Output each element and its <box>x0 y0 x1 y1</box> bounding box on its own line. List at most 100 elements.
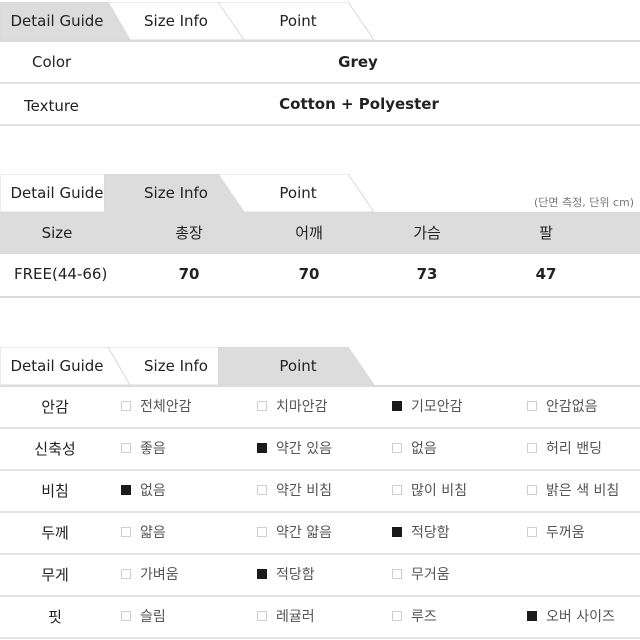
point-option: 슬림 <box>121 597 166 637</box>
unchecked-box-icon <box>527 527 537 537</box>
point-option-label: 밝은 색 비침 <box>546 483 620 499</box>
point-option-label: 없음 <box>140 483 166 499</box>
point-option: 약간 있음 <box>257 429 332 469</box>
point-row: 핏 슬림 레귤러 루즈 오버 사이즈 <box>0 597 640 639</box>
point-option-label: 무거움 <box>411 567 450 583</box>
unchecked-box-icon <box>392 569 402 579</box>
point-option: 많이 비침 <box>392 471 467 511</box>
size-table-header: Size 총장 어깨 가슴 팔 <box>0 212 640 254</box>
point-option: 약간 비침 <box>257 471 332 511</box>
tab-label: Size Info <box>144 184 208 202</box>
point-option-label: 기모안감 <box>411 399 463 415</box>
point-row-label: 비침 <box>41 482 69 500</box>
shoulder-value: 70 <box>298 265 320 283</box>
point-option: 좋음 <box>121 429 166 469</box>
point-option-label: 가벼움 <box>140 567 179 583</box>
point-option: 무거움 <box>392 555 450 595</box>
size-info-section: Point Detail Guide Size Info (단면 측정, 단위 cm… <box>0 172 640 298</box>
point-option-label: 적당함 <box>411 525 450 541</box>
checked-box-icon <box>392 527 402 537</box>
row-value-texture: Cotton + Polyester <box>279 95 439 113</box>
point-row: 두께 얇음 약간 얇음 적당함 두꺼움 <box>0 513 640 555</box>
tab-bar: Size Info Detail Guide Point <box>0 345 640 385</box>
point-option-label: 허리 밴딩 <box>546 441 602 457</box>
checked-box-icon <box>257 569 267 579</box>
unchecked-box-icon <box>257 401 267 411</box>
header-size: Size <box>41 224 73 242</box>
tab-point[interactable]: Point <box>218 347 374 385</box>
point-option: 적당함 <box>392 513 450 553</box>
point-option-label: 얇음 <box>140 525 166 541</box>
unchecked-box-icon <box>121 569 131 579</box>
point-option: 가벼움 <box>121 555 179 595</box>
point-option: 기모안감 <box>392 387 463 427</box>
unchecked-box-icon <box>121 527 131 537</box>
tab-label: Size Info <box>144 12 208 30</box>
point-option-label: 좋음 <box>140 441 166 457</box>
point-option-label: 안감없음 <box>546 399 598 415</box>
row-value-color: Grey <box>338 53 378 71</box>
point-option-label: 많이 비침 <box>411 483 467 499</box>
header-sleeve: 팔 <box>539 224 553 242</box>
unchecked-box-icon <box>257 611 267 621</box>
tab-size-info[interactable]: Size Info <box>104 174 244 212</box>
table-row: Color Grey <box>0 42 640 84</box>
divider <box>0 296 640 298</box>
point-option-label: 약간 얇음 <box>276 525 332 541</box>
point-option: 치마안감 <box>257 387 328 427</box>
point-option-label: 없음 <box>411 441 437 457</box>
tab-label: Point <box>279 184 317 202</box>
point-row-label: 무게 <box>41 566 69 584</box>
header-chest: 가슴 <box>413 224 441 242</box>
unchecked-box-icon <box>257 527 267 537</box>
unchecked-box-icon <box>121 401 131 411</box>
unchecked-box-icon <box>527 485 537 495</box>
point-option-label: 레귤러 <box>276 609 315 625</box>
tab-bar: Point Size Info Detail Guide <box>0 0 640 40</box>
point-option: 두꺼움 <box>527 513 585 553</box>
point-option-label: 오버 사이즈 <box>546 609 615 625</box>
point-option-label: 전체안감 <box>140 399 192 415</box>
tab-detail-guide[interactable]: Detail Guide <box>0 347 130 385</box>
tab-label: Detail Guide <box>10 184 104 202</box>
point-option: 오버 사이즈 <box>527 597 615 637</box>
length-value: 70 <box>178 265 200 283</box>
checked-box-icon <box>527 611 537 621</box>
point-option-label: 적당함 <box>276 567 315 583</box>
point-row: 신축성 좋음 약간 있음 없음 허리 밴딩 <box>0 429 640 471</box>
point-option: 레귤러 <box>257 597 315 637</box>
size-value: FREE(44-66) <box>14 265 108 283</box>
unchecked-box-icon <box>392 443 402 453</box>
point-row-label: 신축성 <box>34 440 76 458</box>
tab-label: Point <box>279 357 317 375</box>
table-row: Texture Cotton + Polyester <box>0 84 640 126</box>
point-option-label: 약간 비침 <box>276 483 332 499</box>
unchecked-box-icon <box>392 611 402 621</box>
point-option: 없음 <box>392 429 437 469</box>
header-shoulder: 어깨 <box>295 224 323 242</box>
tab-label: Point <box>279 12 317 30</box>
point-option-label: 슬림 <box>140 609 166 625</box>
unchecked-box-icon <box>257 485 267 495</box>
point-option: 없음 <box>121 471 166 511</box>
point-row: 안감 전체안감 치마안감 기모안감 안감없음 <box>0 387 640 429</box>
tab-label: Detail Guide <box>10 357 104 375</box>
point-option-label: 약간 있음 <box>276 441 332 457</box>
point-option: 밝은 색 비침 <box>527 471 619 511</box>
point-option: 적당함 <box>257 555 315 595</box>
chest-value: 73 <box>416 265 438 283</box>
sleeve-value: 47 <box>535 265 557 283</box>
point-option-label: 치마안감 <box>276 399 328 415</box>
point-option-label: 루즈 <box>411 609 437 625</box>
tab-label: Detail Guide <box>10 12 104 30</box>
point-option-label: 두꺼움 <box>546 525 585 541</box>
point-option: 허리 밴딩 <box>527 429 602 469</box>
point-option: 루즈 <box>392 597 437 637</box>
tab-detail-guide[interactable]: Detail Guide <box>0 2 130 40</box>
point-row: 비침 없음 약간 비침 많이 비침 밝은 색 비침 <box>0 471 640 513</box>
unchecked-box-icon <box>527 401 537 411</box>
point-section: Size Info Detail Guide Point 안감 전체안감 치마안감 기모안… <box>0 345 640 639</box>
point-row-label: 핏 <box>48 608 62 626</box>
checked-box-icon <box>121 485 131 495</box>
detail-guide-section: Point Size Info Detail Guide Color Grey Te… <box>0 0 640 126</box>
